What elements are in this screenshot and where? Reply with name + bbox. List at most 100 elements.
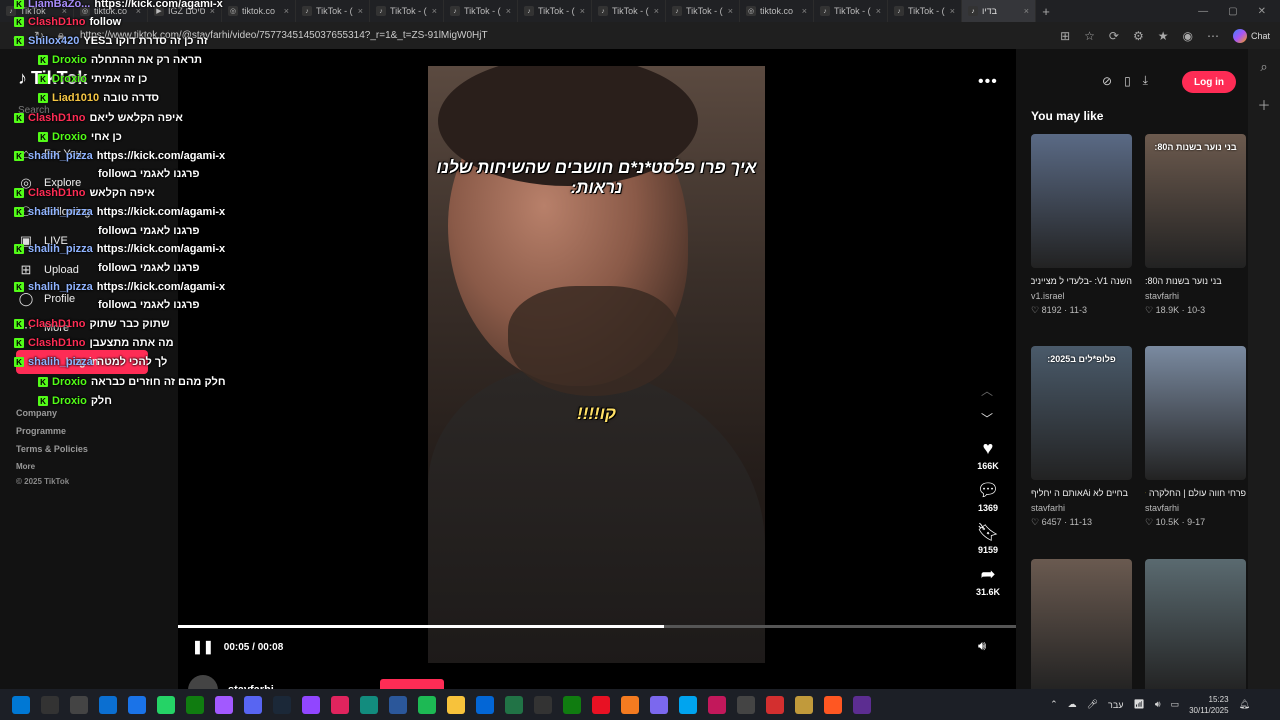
- next-video-icon[interactable]: ﹀: [981, 410, 993, 427]
- taskbar-app-icon[interactable]: [505, 695, 523, 714]
- close-tab-icon[interactable]: ×: [1024, 6, 1029, 16]
- footer-link[interactable]: Programme: [16, 422, 88, 440]
- volume-icon[interactable]: 🔊︎: [978, 638, 986, 654]
- taskbar-app-icon[interactable]: [273, 695, 291, 714]
- bookmark-icon[interactable]: ☆: [1084, 29, 1095, 43]
- maximize-icon[interactable]: ▢: [1228, 6, 1237, 17]
- close-tab-icon[interactable]: ×: [284, 6, 289, 16]
- taskbar-app-icon[interactable]: [389, 695, 407, 714]
- close-tab-icon[interactable]: ×: [358, 6, 363, 16]
- taskbar-app-icon[interactable]: [679, 695, 697, 714]
- taskbar-app-icon[interactable]: [708, 695, 726, 714]
- favorites-icon[interactable]: ★: [1158, 29, 1169, 43]
- wifi-icon[interactable]: 📶︎: [1133, 699, 1144, 710]
- minimize-icon[interactable]: —: [1198, 6, 1208, 17]
- browser-tab[interactable]: ♪ TikTok - (×: [888, 0, 962, 22]
- taskbar-app-icon[interactable]: [795, 695, 813, 714]
- taskbar-app-icon[interactable]: [157, 695, 175, 714]
- video-progress-bar[interactable]: [178, 625, 1016, 628]
- video-thumbnail[interactable]: בני נוער בשנות ה80:: [1145, 134, 1246, 268]
- browser-tab[interactable]: ♪ TikTok - (×: [296, 0, 370, 22]
- taskbar-app-icon[interactable]: [563, 695, 581, 714]
- card-title[interactable]: השנה V1: -בלעדי ל מציינים 30 שנה לרצח...: [1031, 274, 1132, 289]
- add-icon[interactable]: ＋: [1248, 95, 1280, 114]
- taskbar-app-icon[interactable]: [418, 695, 436, 714]
- video-thumbnail[interactable]: [1145, 346, 1246, 480]
- header-login-button[interactable]: Log in: [1182, 71, 1236, 93]
- download-icon[interactable]: ⤓: [1143, 73, 1148, 88]
- taskbar-app-icon[interactable]: [128, 695, 146, 714]
- taskbar-app-icon[interactable]: [244, 695, 262, 714]
- recommended-video-card[interactable]: השנה V1: -בלעדי ל מציינים 30 שנה לרצח...…: [1031, 134, 1132, 317]
- taskbar-app-icon[interactable]: [215, 695, 233, 714]
- card-author[interactable]: v1.israel: [1031, 289, 1132, 303]
- video-thumbnail[interactable]: פלופ*לים ב2025:: [1031, 346, 1132, 480]
- taskbar-app-icon[interactable]: [650, 695, 668, 714]
- onedrive-icon[interactable]: ☁: [1068, 699, 1077, 710]
- close-tab-icon[interactable]: ×: [432, 6, 437, 16]
- taskbar-app-icon[interactable]: [41, 695, 59, 714]
- taskbar-app-icon[interactable]: [592, 695, 610, 714]
- comment-button[interactable]: 💬︎ 1369: [977, 479, 1000, 513]
- close-tab-icon[interactable]: ×: [506, 6, 511, 16]
- taskbar-app-icon[interactable]: [534, 695, 552, 714]
- close-tab-icon[interactable]: ×: [654, 6, 659, 16]
- browser-tab[interactable]: ♪ TikTok - (×: [666, 0, 740, 22]
- close-tab-icon[interactable]: ×: [802, 6, 807, 16]
- search-icon[interactable]: ⌕: [1248, 59, 1280, 75]
- browser-tab[interactable]: ♪ בדיו ×: [962, 0, 1036, 22]
- footer-more-link[interactable]: More: [16, 458, 88, 476]
- recommended-video-card[interactable]: [1145, 559, 1246, 693]
- video-thumbnail[interactable]: [1031, 134, 1132, 268]
- taskbar-app-icon[interactable]: [824, 695, 842, 714]
- sidebar-item-upload[interactable]: ⊞ Upload: [18, 255, 90, 284]
- taskbar-app-icon[interactable]: [737, 695, 755, 714]
- browser-tab[interactable]: ♪ TikTok - (×: [444, 0, 518, 22]
- recommended-video-card[interactable]: [1031, 559, 1132, 693]
- taskbar-app-icon[interactable]: [853, 695, 871, 714]
- taskbar-app-icon[interactable]: [12, 695, 30, 714]
- taskbar-app-icon[interactable]: [186, 695, 204, 714]
- chevron-up-icon[interactable]: ⌃: [1050, 699, 1058, 710]
- more-options-icon[interactable]: •••: [978, 73, 998, 91]
- language-indicator[interactable]: עבר: [1108, 700, 1123, 710]
- card-author[interactable]: stavfarhi: [1031, 501, 1132, 515]
- close-tab-icon[interactable]: ×: [950, 6, 955, 16]
- taskbar-app-icon[interactable]: [621, 695, 639, 714]
- taskbar-app-icon[interactable]: [70, 695, 88, 714]
- mic-icon[interactable]: 🎤︎: [1087, 699, 1098, 710]
- device-icon[interactable]: ▯: [1124, 74, 1131, 88]
- card-title[interactable]: בחיים לא Aiאותם ה יחליף: [1031, 486, 1132, 501]
- battery-icon[interactable]: ▭: [1171, 699, 1180, 710]
- card-title[interactable]: פרחי חווה עולם | החלקרה ✨ - פרק 8: [1145, 486, 1246, 501]
- footer-link[interactable]: Terms & Policies: [16, 440, 88, 458]
- taskbar-app-icon[interactable]: [360, 695, 378, 714]
- browser-tab[interactable]: ◎ tiktok.co ×: [740, 0, 814, 22]
- video-player[interactable]: איך פרו פלסט*נ*ם חושבים שהשיחות שלנו נרא…: [178, 49, 1016, 705]
- browser-tab[interactable]: ♪ TikTok - (×: [814, 0, 888, 22]
- card-title[interactable]: בני נוער בשנות ה80:: [1145, 274, 1246, 289]
- taskbar-app-icon[interactable]: [447, 695, 465, 714]
- browser-tab[interactable]: ◎ tiktok.co ×: [222, 0, 296, 22]
- close-window-icon[interactable]: ✕: [1258, 6, 1266, 17]
- like-button[interactable]: ♥ 166K: [977, 437, 999, 471]
- close-tab-icon[interactable]: ×: [580, 6, 585, 16]
- browser-menu-icon[interactable]: ⋯: [1207, 29, 1219, 43]
- browser-tab[interactable]: ♪ TikTok - (×: [592, 0, 666, 22]
- browser-tab[interactable]: ♪ TikTok - (×: [518, 0, 592, 22]
- recommended-video-card[interactable]: פרחי חווה עולם | החלקרה ✨ - פרק 8stavfar…: [1145, 346, 1246, 529]
- taskbar-app-icon[interactable]: [331, 695, 349, 714]
- speaker-icon[interactable]: 🔊︎: [1155, 699, 1161, 710]
- pause-icon[interactable]: ❚❚: [192, 639, 214, 655]
- video-frame[interactable]: איך פרו פלסט*נ*ם חושבים שהשיחות שלנו נרא…: [428, 66, 765, 663]
- previous-video-icon[interactable]: ︿: [981, 382, 993, 399]
- browser-tab[interactable]: ♪ TikTok - (×: [370, 0, 444, 22]
- extensions-icon[interactable]: ⚙: [1133, 29, 1144, 43]
- close-tab-icon[interactable]: ×: [728, 6, 733, 16]
- clock[interactable]: 15:23 30/11/2025: [1189, 694, 1228, 716]
- card-author[interactable]: stavfarhi: [1145, 501, 1246, 515]
- recommended-video-card[interactable]: בני נוער בשנות ה80: בני נוער בשנות ה80: st…: [1145, 134, 1246, 317]
- card-author[interactable]: stavfarhi: [1145, 289, 1246, 303]
- profile-avatar-icon[interactable]: ◉: [1183, 29, 1193, 43]
- taskbar-app-icon[interactable]: [766, 695, 784, 714]
